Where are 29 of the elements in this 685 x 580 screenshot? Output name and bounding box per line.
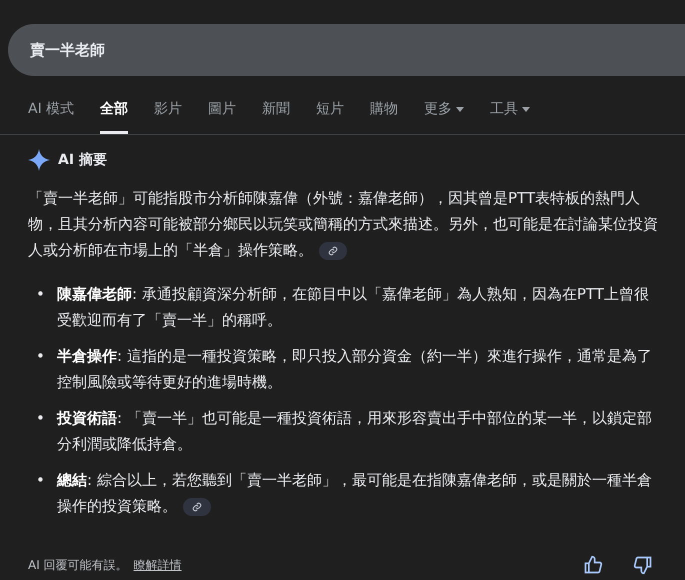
search-tab[interactable]: 影片 <box>154 100 182 134</box>
link-icon <box>328 246 338 256</box>
summary-paragraph: 「賣一半老師」可能指股市分析師陳嘉偉（外號：嘉偉老師），因其曾是PTT表特板的熱門人物，且其分析內容可能被部分鄉民以玩笑或簡稱的方式來描述。另外，也可能是在討論某位投資人或分析師在市場上的「半倉」操作策略。 <box>28 188 659 262</box>
overview-title: AI 摘要 <box>58 151 107 169</box>
search-tab[interactable]: 短片 <box>316 100 344 134</box>
search-tab[interactable]: 新聞 <box>262 100 290 134</box>
search-tab[interactable]: 更多 <box>424 100 464 134</box>
search-tab[interactable]: 工具 <box>490 100 530 134</box>
disclaimer-text: AI 回覆可能有誤。 <box>28 556 128 574</box>
thumbs-up-icon <box>583 555 603 575</box>
bullet-marker: • <box>36 470 46 491</box>
thumbs-down-icon <box>633 555 653 575</box>
summary-bullet: 總結: 綜合以上，若您聽到「賣一半老師」，最可能是在指陳嘉偉老師，或是關於一種半倉操作的投資策略。 <box>57 470 653 518</box>
summary-bullet: 投資術語: 「賣一半」也可能是一種投資術語，用來形容賣出手中部位的某一半，以鎖定部分利潤或降低持倉。 <box>57 408 653 455</box>
sparkle-icon <box>28 149 50 171</box>
summary-bullet: 半倉操作: 這指的是一種投資策略，即只投入部分資金（約一半）來進行操作，通常是為了控制風險或等待更好的進場時機。 <box>57 346 653 393</box>
search-field[interactable]: 賣一半老師 <box>8 24 685 76</box>
bullet-marker: • <box>36 408 46 429</box>
bullet-marker: • <box>36 346 46 367</box>
link-icon <box>192 502 202 512</box>
search-tab[interactable]: 全部 <box>100 100 128 134</box>
source-link-button[interactable] <box>319 242 347 260</box>
search-tab[interactable]: 圖片 <box>208 100 236 134</box>
source-link-button[interactable] <box>183 498 211 516</box>
learn-more-link[interactable]: 瞭解詳情 <box>134 556 182 574</box>
search-tab[interactable]: 購物 <box>370 100 398 134</box>
search-tab[interactable]: AI 模式 <box>28 100 74 134</box>
bullet-marker: • <box>36 284 46 305</box>
summary-bullet: 陳嘉偉老師: 承通投顧資深分析師，在節目中以「嘉偉老師」為人熟知，因為在PTT上曾很受歡迎而有了「賣一半」的稱呼。 <box>57 284 650 331</box>
